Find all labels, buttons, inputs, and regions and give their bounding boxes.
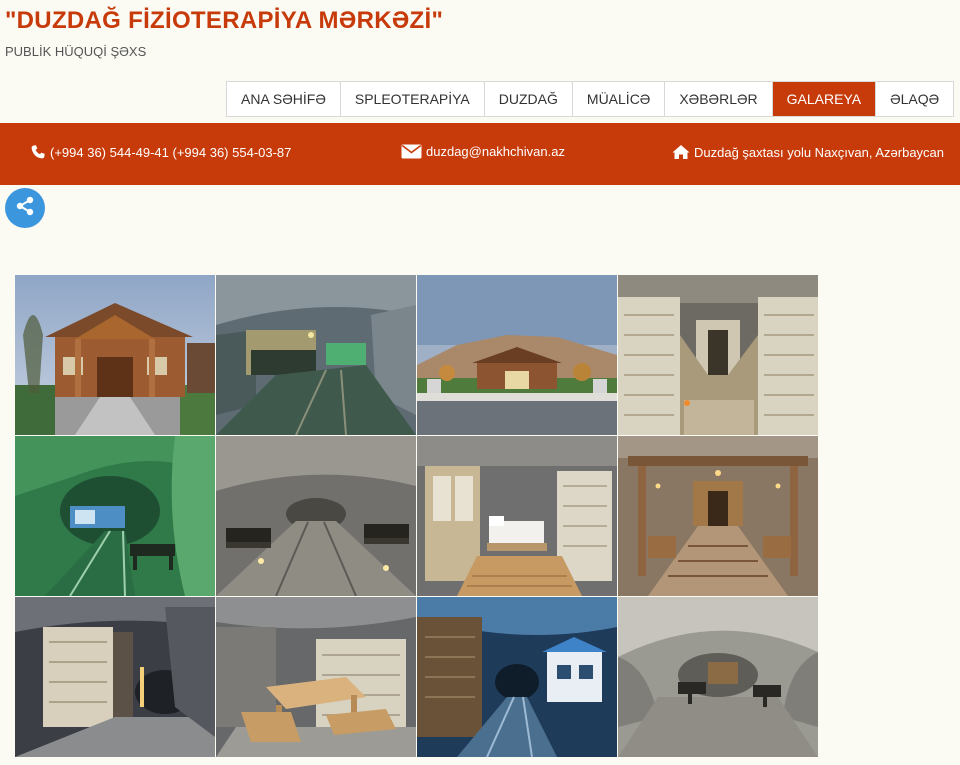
phone-info: (+994 36) 544-49-41 (+994 36) 554-03-87 [30,144,291,160]
address-text: Duzdağ şaxtası yolu Naxçıvan, Azərbaycan [694,144,945,160]
gallery-photo[interactable] [216,275,416,435]
gallery-photo[interactable] [618,275,818,435]
gallery-photo[interactable] [216,597,416,757]
envelope-icon [401,144,422,159]
gallery-photo[interactable] [417,436,617,596]
main-nav: ANA SƏHİFƏ SPLEOTERAPİYA DUZDAĞ MÜALİCƏ … [226,81,955,117]
gallery-photo[interactable] [15,275,215,435]
photo-gallery [15,275,818,757]
site-title: "DUZDAĞ FİZİOTERAPİYA MƏRKƏZİ" [5,7,444,34]
address-info: Duzdağ şaxtası yolu Naxçıvan, Azərbaycan [672,144,944,160]
nav-item-gallery[interactable]: GALAREYA [772,82,877,116]
nav-item-duzdag[interactable]: DUZDAĞ [485,82,573,116]
gallery-photo[interactable] [216,436,416,596]
gallery-photo[interactable] [15,436,215,596]
email-address[interactable]: duzdag@nakhchivan.az [426,144,565,159]
gallery-photo[interactable] [15,597,215,757]
nav-item-home[interactable]: ANA SƏHİFƏ [227,82,341,116]
nav-item-treatment[interactable]: MÜALİCƏ [573,82,666,116]
contact-bar: (+994 36) 544-49-41 (+994 36) 554-03-87 … [0,123,960,185]
phone-numbers[interactable]: (+994 36) 544-49-41 (+994 36) 554-03-87 [50,145,291,160]
home-icon [672,144,690,160]
email-info: duzdag@nakhchivan.az [401,144,565,159]
gallery-photo[interactable] [618,597,818,757]
nav-item-news[interactable]: XƏBƏRLƏR [665,82,773,116]
gallery-photo[interactable] [417,597,617,757]
share-button[interactable] [5,188,45,228]
nav-item-contact[interactable]: ƏLAQƏ [876,82,953,116]
phone-icon [30,144,46,160]
nav-item-speleotherapy[interactable]: SPLEOTERAPİYA [341,82,485,116]
gallery-photo[interactable] [417,275,617,435]
site-subtitle: PUBLİK HÜQUQİ ŞƏXS [5,44,147,59]
share-icon [14,195,36,222]
gallery-photo[interactable] [618,436,818,596]
